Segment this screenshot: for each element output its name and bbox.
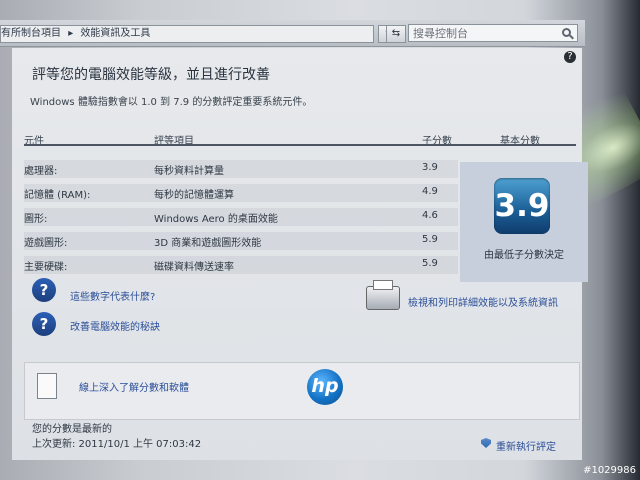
shield-icon [481,438,491,448]
status-line-2: 上次更新: 2011/10/1 上午 07:03:42 [32,439,202,450]
status-text: 您的分數是最新的 上次更新: 2011/10/1 上午 07:03:42 [32,420,201,450]
base-score-panel: 3.9 由最低子分數決定 [460,162,588,282]
search-input[interactable]: 搜尋控制台 [408,24,578,42]
component-label: 圖形: [24,214,48,225]
table-row: 遊戲圖形: 3D 商業和遊戲圖形效能 5.9 [24,228,454,249]
rating-item: 3D 商業和遊戲圖形效能 [154,238,262,249]
refresh-button[interactable]: ⇆ [386,25,406,43]
base-score-tile: 3.9 [494,178,550,234]
table-row: 主要硬碟: 磁碟資料傳送速率 5.9 [24,252,454,273]
question-icon[interactable]: ? [564,51,576,63]
component-label: 主要硬碟: [24,262,68,273]
subscore-value: 4.6 [422,210,438,221]
table-row: 圖形: Windows Aero 的桌面效能 4.6 [24,204,454,225]
breadcrumb-separator: ▸ [68,28,74,39]
search-icon[interactable] [562,28,571,37]
printer-icon [366,280,400,310]
table-divider [24,144,576,146]
improve-link[interactable]: 改善電腦效能的秘訣 [70,318,160,333]
document-icon [37,373,57,399]
breadcrumb-item[interactable]: 有所制台項目 [1,28,61,39]
subscore-value: 5.9 [422,234,438,245]
component-label: 遊戲圖形: [24,238,68,249]
rating-item: 每秒資料計算量 [154,166,224,177]
subscore-value: 3.9 [422,162,438,173]
content-panel: ? 評等您的電腦效能等級，並且進行改善 Windows 體驗指數會以 1.0 到… [12,48,588,460]
page-title: 評等您的電腦效能等級，並且進行改善 [32,67,270,83]
breadcrumb-item[interactable]: 效能資訊及工具 [80,28,150,39]
learn-more-link[interactable]: 線上深入了解分數和軟體 [79,379,189,394]
rating-item: 磁碟資料傳送速率 [154,262,234,273]
rating-item: 每秒的記憶體運算 [154,190,234,201]
status-line-1: 您的分數是最新的 [32,424,112,435]
subscore-value: 5.9 [422,258,438,269]
rerun-label: 重新執行評定 [496,442,556,453]
question-icon[interactable]: ? [32,312,56,336]
subscore-value: 4.9 [422,186,438,197]
page-subtitle: Windows 體驗指數會以 1.0 到 7.9 的分數評定重要系統元件。 [30,97,313,108]
table-row: 處理器: 每秒資料計算量 3.9 [24,156,454,177]
promo-banner: 線上深入了解分數和軟體 hp [24,362,580,420]
what-mean-link[interactable]: 這些數字代表什麼? [70,288,155,303]
table-row: 記憶體 (RAM): 每秒的記憶體運算 4.9 [24,180,454,201]
search-placeholder: 搜尋控制台 [413,27,468,40]
address-toolbar: 有所制台項目 ▸ 效能資訊及工具 ▾ ⇆ 搜尋控制台 [0,20,585,47]
breadcrumb[interactable]: 有所制台項目 ▸ 效能資訊及工具 [0,25,374,43]
screen: 有所制台項目 ▸ 效能資訊及工具 ▾ ⇆ 搜尋控制台 ? 評等您的電腦效能等級，… [0,0,640,480]
print-link[interactable]: 檢視和列印詳細效能以及系統資訊 [408,294,558,309]
component-label: 記憶體 (RAM): [24,190,91,201]
watermark: #1029986 [583,465,636,476]
rerun-button[interactable]: 重新執行評定 [481,438,556,453]
component-label: 處理器: [24,166,58,177]
rating-item: Windows Aero 的桌面效能 [154,214,278,225]
base-score-note: 由最低子分數決定 [484,250,564,261]
question-icon[interactable]: ? [32,278,56,302]
hp-logo: hp [307,369,343,405]
